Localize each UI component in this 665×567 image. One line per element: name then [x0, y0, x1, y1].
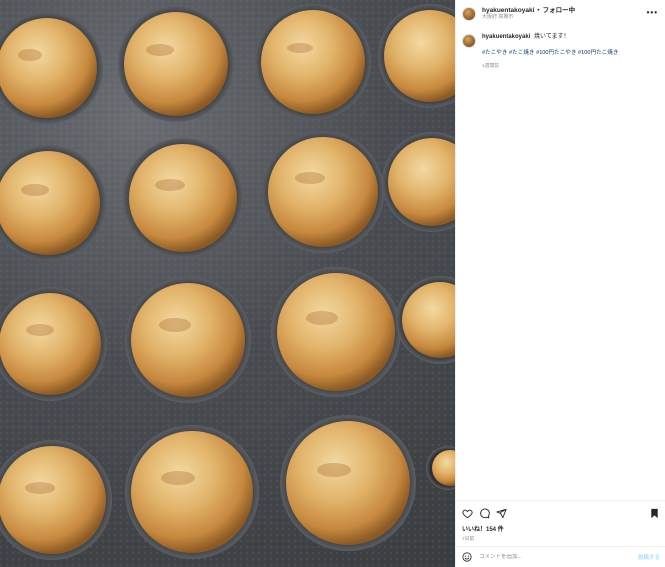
caption: hyakuentakoyaki 焼いてます！ #たこやき #たこ焼き #100円… — [462, 34, 660, 70]
avatar[interactable] — [462, 7, 476, 21]
post-comment-button[interactable]: 投稿する — [638, 553, 660, 561]
separator-dot: • — [537, 7, 540, 15]
takoyaki-ball — [123, 138, 243, 258]
takoyaki-pan-photo — [0, 0, 455, 567]
caption-body: hyakuentakoyaki 焼いてます！ #たこやき #たこ焼き #100円… — [482, 34, 618, 70]
caption-time: 1週間前 — [482, 64, 500, 70]
header-text: hyakuentakoyaki • フォロー中 大阪府 高槻市 — [482, 7, 575, 21]
takoyaki-ball — [118, 6, 234, 122]
takoyaki-ball — [262, 131, 384, 253]
post-side-panel: hyakuentakoyaki • フォロー中 大阪府 高槻市 ••• hyak… — [455, 0, 665, 567]
comment-icon[interactable] — [479, 508, 490, 519]
comment-row: 投稿する — [462, 550, 660, 564]
share-icon[interactable] — [496, 508, 507, 519]
caption-username[interactable]: hyakuentakoyaki — [482, 34, 530, 40]
action-bar — [462, 505, 660, 521]
more-horizontal-icon[interactable]: ••• — [647, 9, 658, 17]
comment-input[interactable] — [479, 554, 638, 560]
takoyaki-ball — [271, 267, 401, 397]
takoyaki-ball — [125, 277, 251, 403]
caption-text: 焼いてます！ — [534, 34, 570, 40]
post-date: 7日前 — [462, 537, 475, 542]
location-link[interactable]: 大阪府 高槻市 — [482, 15, 575, 21]
emoji-icon[interactable] — [462, 552, 472, 562]
post-photo[interactable] — [0, 0, 455, 567]
following-button[interactable]: フォロー中 — [543, 7, 576, 14]
takoyaki-ball — [125, 425, 259, 559]
heart-icon[interactable] — [462, 508, 473, 519]
divider — [456, 500, 665, 501]
caption-avatar[interactable] — [462, 34, 476, 48]
hashtags[interactable]: #たこやき #たこ焼き #100円たこやき #100円たこ焼き — [482, 50, 618, 57]
like-count[interactable]: いいね！154 件 — [462, 524, 504, 533]
bookmark-icon[interactable] — [649, 508, 660, 519]
instagram-post: hyakuentakoyaki • フォロー中 大阪府 高槻市 ••• hyak… — [0, 0, 665, 567]
takoyaki-ball — [255, 4, 371, 120]
post-header: hyakuentakoyaki • フォロー中 大阪府 高槻市 ••• — [456, 0, 665, 28]
divider — [456, 546, 665, 547]
takoyaki-ball — [280, 415, 416, 551]
